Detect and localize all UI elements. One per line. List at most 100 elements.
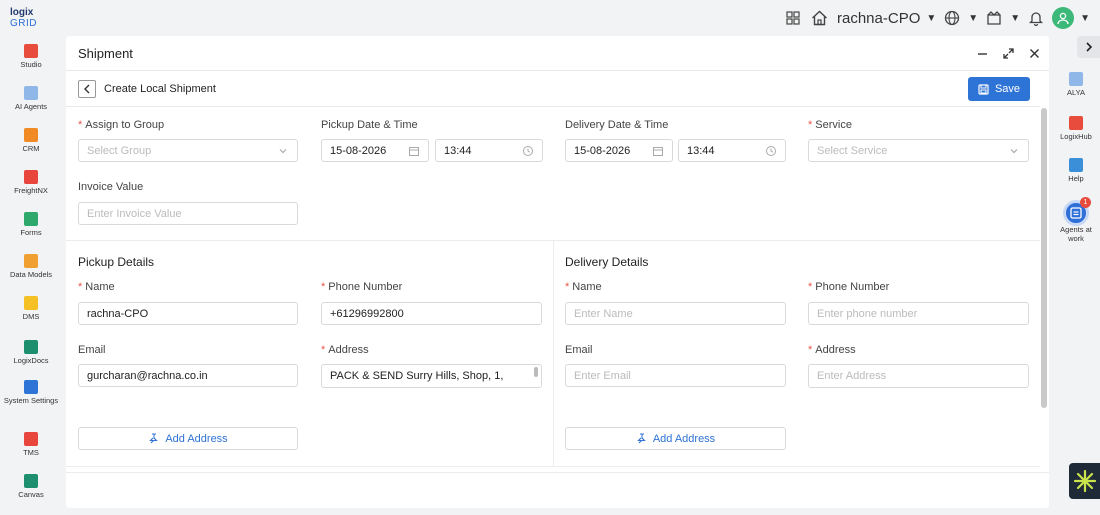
system-settings-icon <box>24 380 38 394</box>
delivery-name-label: * Name <box>565 281 602 293</box>
gift-icon[interactable] <box>984 8 1004 28</box>
left-sidebar: Studio AI Agents CRM FreightNX Forms Data Mod… <box>0 36 62 515</box>
panel-header: Shipment <box>66 36 1049 71</box>
textarea-scrollbar[interactable] <box>534 367 538 377</box>
sidebar-item-label: System Settings <box>3 396 59 405</box>
pickup-details-title: Pickup Details <box>78 255 155 269</box>
form-title: Create Local Shipment <box>104 83 216 95</box>
org-dropdown-caret-icon[interactable]: ▼ <box>926 13 936 24</box>
service-label: * Service <box>808 119 852 131</box>
pin-icon <box>636 433 646 444</box>
sidebar-item-system-settings[interactable]: System Settings <box>0 380 62 405</box>
sidebar-item-label: Studio <box>20 60 42 69</box>
sidebar-item-label: Data Models <box>9 270 53 279</box>
pickup-phone-label: * Phone Number <box>321 281 403 293</box>
pickup-time-input[interactable]: 13:44 <box>435 139 543 162</box>
delivery-name-input[interactable]: Enter Name <box>565 302 786 325</box>
pickup-email-label: Email <box>78 344 106 356</box>
right-sidebar-item-label: LogixHub <box>1060 132 1092 141</box>
pickup-phone-input[interactable]: +61296992800 <box>321 302 542 325</box>
sidebar-item-label: LogixDocs <box>13 356 49 365</box>
sidebar-item-data-models[interactable]: Data Models <box>0 254 62 279</box>
panel-title: Shipment <box>78 46 133 61</box>
clock-icon <box>766 146 776 156</box>
invoice-value-label: Invoice Value <box>78 181 144 193</box>
chevron-left-icon <box>84 84 90 94</box>
calendar-icon <box>653 147 663 156</box>
expand-icon[interactable] <box>1002 45 1015 61</box>
assistant-launcher-button[interactable] <box>1069 463 1100 499</box>
agents-at-work-label: Agents at work <box>1060 225 1092 243</box>
gift-caret-icon[interactable]: ▼ <box>1010 13 1020 24</box>
invoice-value-input[interactable]: Enter Invoice Value <box>78 202 298 225</box>
sidebar-item-dms[interactable]: DMS <box>0 296 62 321</box>
bell-icon[interactable] <box>1026 8 1046 28</box>
home-icon[interactable] <box>809 8 829 28</box>
logo-line-1: logix <box>10 7 34 18</box>
right-sidebar-item-label: ALYA <box>1066 88 1086 97</box>
apps-grid-icon[interactable] <box>783 8 803 28</box>
sidebar-item-label: Canvas <box>18 490 44 499</box>
pickup-address-label: * Address <box>321 344 369 356</box>
close-icon[interactable] <box>1028 45 1041 61</box>
user-caret-icon[interactable]: ▼ <box>1080 13 1090 24</box>
clock-icon <box>523 146 533 156</box>
minimize-icon[interactable] <box>976 45 989 61</box>
delivery-phone-input[interactable]: Enter phone number <box>808 302 1029 325</box>
pickup-add-address-button[interactable]: Add Address <box>78 427 298 450</box>
logo[interactable]: logix GRID <box>10 7 40 29</box>
assign-group-select[interactable]: Select Group <box>78 139 298 162</box>
user-avatar[interactable] <box>1052 7 1075 29</box>
sidebar-item-label: CRM <box>22 144 40 153</box>
sidebar-item-forms[interactable]: Forms <box>0 212 62 237</box>
data-models-icon <box>24 254 38 268</box>
delivery-email-input[interactable]: Enter Email <box>565 364 786 387</box>
sidebar-item-logixdocs[interactable]: LogixDocs <box>0 340 62 365</box>
org-name[interactable]: rachna-CPO <box>837 10 920 27</box>
pickup-email-input[interactable]: gurcharan@rachna.co.in <box>78 364 298 387</box>
save-button[interactable]: Save <box>968 77 1030 101</box>
canvas-icon <box>24 474 38 488</box>
back-button[interactable] <box>78 80 96 98</box>
sidebar-item-tms[interactable]: TMS <box>0 432 62 457</box>
delivery-add-address-button[interactable]: Add Address <box>565 427 786 450</box>
crm-icon <box>24 128 38 142</box>
pickup-name-input[interactable]: rachna-CPO <box>78 302 298 325</box>
delivery-address-textarea[interactable]: Enter Address <box>808 364 1029 388</box>
delivery-date-input[interactable]: 15-08-2026 <box>565 139 673 162</box>
delivery-time-input[interactable]: 13:44 <box>678 139 786 162</box>
sidebar-item-label: DMS <box>22 312 40 321</box>
freightnx-icon <box>24 170 38 184</box>
logixdocs-icon <box>24 340 38 354</box>
right-sidebar-item-help[interactable]: Help <box>1052 158 1100 183</box>
sidebar-item-ai-agents[interactable]: AI Agents <box>0 86 62 111</box>
pickup-address-textarea[interactable]: PACK & SEND Surry Hills, Shop, 1, <box>321 364 542 388</box>
delivery-datetime-label: Delivery Date & Time <box>565 119 669 131</box>
sidebar-item-label: TMS <box>23 448 39 457</box>
assign-group-label: * Assign to Group <box>78 119 165 131</box>
right-sidebar-item-label: Help <box>1068 174 1084 183</box>
sidebar-item-studio[interactable]: Studio <box>0 44 62 69</box>
top-bar: logix GRID rachna-CPO ▼ ▼ ▼ ▼ <box>0 0 1100 36</box>
form-scrollbar[interactable] <box>1041 108 1047 408</box>
forms-icon <box>24 212 38 226</box>
agents-count-badge: 1 <box>1080 197 1091 208</box>
sidebar-item-freightnx[interactable]: FreightNX <box>0 170 62 195</box>
service-select[interactable]: Select Service <box>808 139 1029 162</box>
right-sidebar-item-logixhub[interactable]: LogixHub <box>1052 116 1100 141</box>
chevron-down-icon <box>279 149 287 154</box>
pickup-date-input[interactable]: 15-08-2026 <box>321 139 429 162</box>
section-divider <box>66 466 1040 467</box>
pin-icon <box>149 433 159 444</box>
sidebar-item-crm[interactable]: CRM <box>0 128 62 153</box>
tms-icon <box>24 432 38 446</box>
panel-footer-divider <box>66 472 1049 473</box>
sidebar-item-canvas[interactable]: Canvas <box>0 474 62 499</box>
delivery-details-title: Delivery Details <box>565 255 649 269</box>
help-icon <box>1069 158 1083 172</box>
delivery-address-label: * Address <box>808 344 856 356</box>
logo-line-2: GRID <box>10 18 37 29</box>
right-sidebar-item-alya[interactable]: ALYA <box>1052 72 1100 97</box>
language-caret-icon[interactable]: ▼ <box>968 13 978 24</box>
globe-icon[interactable] <box>942 8 962 28</box>
